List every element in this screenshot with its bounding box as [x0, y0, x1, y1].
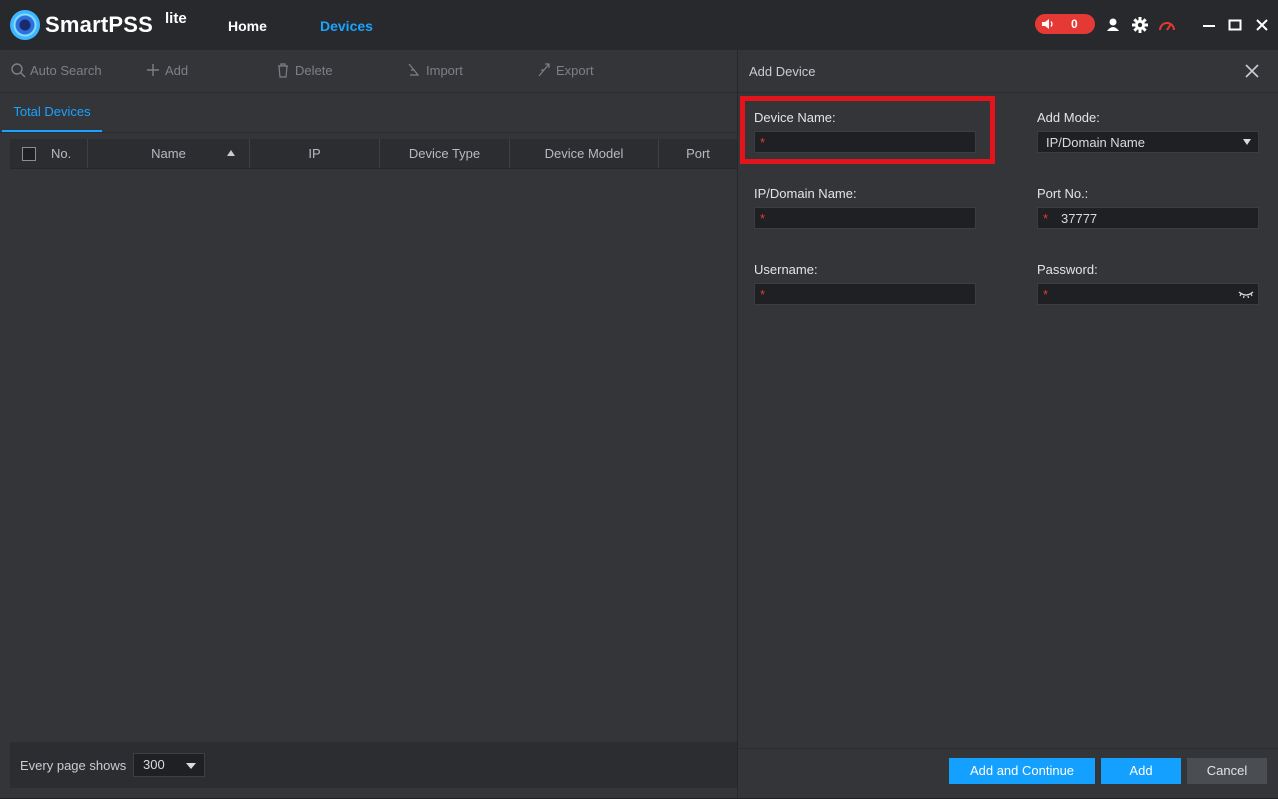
page-size-select[interactable]: 300 [133, 753, 205, 777]
nav-home[interactable]: Home [228, 18, 267, 34]
title-bar: SmartPSS lite Home Devices 0 [0, 0, 1278, 50]
import-icon [408, 63, 420, 76]
column-header-device-model[interactable]: Device Model [510, 139, 659, 168]
minimize-icon[interactable] [1200, 16, 1218, 34]
export-button[interactable]: Export [536, 62, 594, 78]
device-table-header: No. Name IP Device Type Device Model Por… [10, 139, 737, 169]
trash-icon [278, 63, 288, 78]
app-brand: SmartPSS [45, 12, 153, 37]
port-value: 37777 [1061, 211, 1098, 226]
speaker-icon [1042, 19, 1053, 29]
sort-ascending-icon [227, 150, 235, 156]
close-icon[interactable] [1243, 62, 1261, 80]
select-all-checkbox[interactable] [22, 147, 36, 161]
gear-icon[interactable] [1131, 16, 1149, 34]
required-mark: * [760, 211, 766, 226]
user-icon[interactable] [1104, 16, 1122, 34]
add-and-continue-button[interactable]: Add and Continue [949, 758, 1095, 784]
import-button[interactable]: Import [406, 62, 463, 78]
username-label: Username: [754, 262, 818, 277]
auto-search-label: Auto Search [30, 62, 102, 78]
hidden-eye-icon[interactable] [1238, 287, 1254, 301]
chevron-down-icon [186, 763, 196, 769]
app-logo-icon [10, 10, 40, 40]
password-input[interactable]: * [1037, 283, 1259, 305]
add-mode-select[interactable]: IP/Domain Name [1037, 131, 1259, 153]
required-mark: * [1043, 211, 1049, 226]
username-input[interactable]: * [754, 283, 976, 305]
page-size-label: Every page shows [20, 758, 127, 773]
delete-label: Delete [295, 62, 333, 78]
export-icon [538, 63, 550, 77]
column-header-name[interactable]: Name [88, 139, 250, 168]
auto-search-button[interactable]: Auto Search [10, 62, 102, 78]
add-label: Add [165, 62, 189, 78]
device-name-input[interactable]: * [754, 131, 976, 153]
device-list-panel: Auto Search Add Delete Import Export Tot… [0, 50, 737, 798]
add-button[interactable]: Add [145, 62, 188, 78]
add-mode-label: Add Mode: [1037, 110, 1100, 125]
page-size-value: 300 [143, 757, 165, 772]
dialog-footer: Add and Continue Add Cancel [738, 748, 1278, 799]
chevron-down-icon [1243, 139, 1251, 145]
nav-devices[interactable]: Devices [320, 18, 373, 34]
column-header-no[interactable]: No. [10, 139, 88, 168]
app-brand-suffix: lite [165, 10, 187, 27]
device-name-highlight [740, 96, 995, 164]
column-header-ip[interactable]: IP [250, 139, 380, 168]
required-mark: * [760, 135, 766, 150]
ip-domain-label: IP/Domain Name: [754, 186, 857, 201]
maximize-icon[interactable] [1226, 16, 1244, 34]
required-mark: * [1043, 287, 1049, 302]
device-name-label: Device Name: [754, 110, 836, 125]
column-header-port[interactable]: Port [659, 139, 737, 168]
cancel-button[interactable]: Cancel [1187, 758, 1267, 784]
search-icon [11, 63, 26, 78]
dialog-header: Add Device [738, 50, 1278, 93]
device-tabs: Total Devices [0, 92, 737, 133]
import-label: Import [426, 62, 463, 78]
delete-button[interactable]: Delete [275, 62, 333, 78]
tab-total-devices[interactable]: Total Devices [2, 92, 102, 132]
add-confirm-button[interactable]: Add [1101, 758, 1181, 784]
ip-domain-input[interactable]: * [754, 207, 976, 229]
performance-gauge-icon[interactable] [1158, 16, 1176, 34]
alarm-count: 0 [1071, 17, 1078, 31]
required-mark: * [760, 287, 766, 302]
port-label: Port No.: [1037, 186, 1089, 201]
password-label: Password: [1037, 262, 1098, 277]
column-header-device-type[interactable]: Device Type [380, 139, 510, 168]
pagination-bar: Every page shows 300 [10, 742, 737, 788]
alarm-button[interactable]: 0 [1035, 14, 1095, 34]
plus-icon [147, 64, 159, 76]
close-window-icon[interactable] [1253, 16, 1271, 34]
add-mode-value: IP/Domain Name [1046, 135, 1145, 150]
export-label: Export [556, 62, 594, 78]
dialog-title: Add Device [749, 64, 816, 79]
add-device-dialog: Add Device Device Name: * Add Mode: IP/D… [737, 50, 1278, 798]
port-input[interactable]: * 37777 [1037, 207, 1259, 229]
device-toolbar: Auto Search Add Delete Import Export [0, 50, 737, 93]
